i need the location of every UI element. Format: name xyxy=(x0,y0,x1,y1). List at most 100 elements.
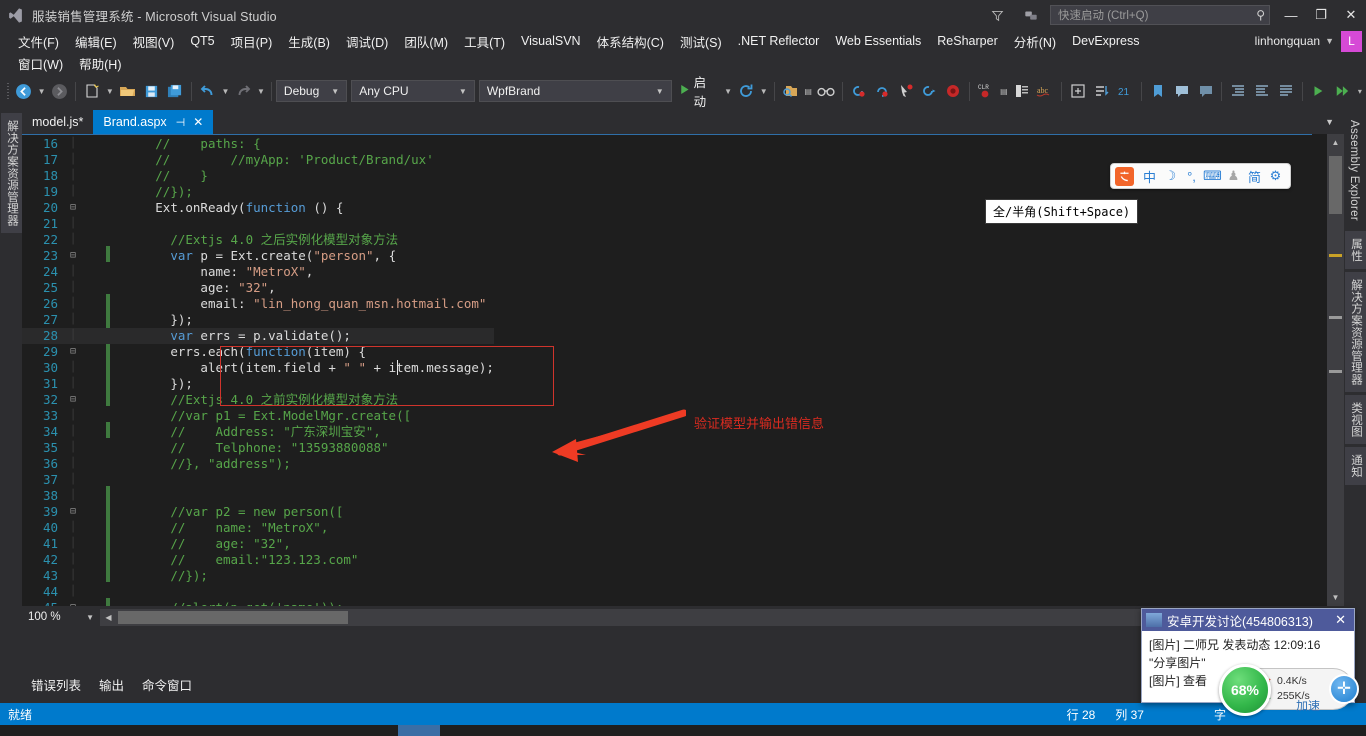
settings-icon[interactable]: ⚙ xyxy=(1265,166,1286,186)
comment-icon[interactable] xyxy=(1170,79,1194,103)
pin-icon[interactable]: ⊣ xyxy=(176,116,186,129)
user-icon[interactable]: ♟ xyxy=(1223,166,1244,186)
punctuation-icon[interactable]: °, xyxy=(1181,166,1202,186)
menu-devexpress[interactable]: DevExpress xyxy=(1064,32,1147,50)
start-debug-button[interactable]: 启动 xyxy=(676,76,723,109)
new-project-dropdown-icon[interactable]: ▼ xyxy=(104,79,116,103)
code-line[interactable]: 26 │ email: "lin_hong_quan_msn.hotmail.co… xyxy=(22,296,494,312)
step-out-icon[interactable] xyxy=(918,79,942,103)
code-line[interactable]: 28 │ var errs = p.validate(); xyxy=(22,328,494,344)
undo-icon[interactable] xyxy=(196,79,220,103)
close-icon[interactable]: ✕ xyxy=(193,115,203,129)
code-line[interactable]: 41 │ // age: "32", xyxy=(22,536,494,552)
clr-exceptions-icon[interactable]: CLR xyxy=(974,79,998,103)
run-tests-icon[interactable] xyxy=(1307,79,1331,103)
code-line[interactable]: 20 ⊟ Ext.onReady(function () { xyxy=(22,200,494,216)
resharper-21-icon[interactable]: 21 xyxy=(1114,79,1138,103)
start-dropdown-icon[interactable]: ▼ xyxy=(722,79,734,103)
fold-toggle-icon[interactable]: ⊟ xyxy=(66,200,80,216)
open-file-icon[interactable] xyxy=(116,79,140,103)
feedback-icon[interactable] xyxy=(1014,0,1048,30)
code-editor[interactable]: 16 │ // paths: {17 │ // //myApp: 'Product/… xyxy=(22,134,1344,606)
menu-architecture[interactable]: 体系结构(C) xyxy=(589,30,672,53)
increase-indent-icon[interactable] xyxy=(1226,79,1250,103)
step-into-icon[interactable] xyxy=(847,79,871,103)
simplified-icon[interactable]: 简 xyxy=(1244,166,1265,186)
save-icon[interactable] xyxy=(139,79,163,103)
menu-resharper[interactable]: ReSharper xyxy=(929,32,1005,50)
menu-edit[interactable]: 编辑(E) xyxy=(67,30,125,53)
redo-dropdown-icon[interactable]: ▼ xyxy=(255,79,267,103)
comment-block-icon[interactable] xyxy=(1010,79,1034,103)
menu-visualsvn[interactable]: VisualSVN xyxy=(513,32,589,50)
code-line[interactable]: 25 │ age: "32", xyxy=(22,280,494,296)
dock-tab-solution-explorer[interactable]: 解决方案资源管理器 xyxy=(1345,271,1366,392)
code-line[interactable]: 24 │ name: "MetroX", xyxy=(22,264,494,280)
startup-project-combo[interactable]: WpfBrand ▼ xyxy=(478,80,672,102)
dock-tab-assembly-explorer[interactable]: Assembly Explorer xyxy=(1345,113,1363,228)
binoculars-icon[interactable] xyxy=(814,79,838,103)
panel-tab-output[interactable]: 输出 xyxy=(90,670,133,700)
code-line[interactable]: 17 │ // //myApp: 'Product/Brand/ux' xyxy=(22,152,494,168)
code-line[interactable]: 44 │ xyxy=(22,584,494,600)
code-line[interactable]: 37 │ xyxy=(22,472,494,488)
code-line[interactable]: 21 │ xyxy=(22,216,494,232)
moon-icon[interactable]: ☽ xyxy=(1160,166,1181,186)
code-line[interactable]: 33 │ //var p1 = Ext.ModelMgr.create([ xyxy=(22,408,494,424)
tab-list-dropdown-icon[interactable]: ▼ xyxy=(1319,117,1340,127)
fold-toggle-icon[interactable]: ⊟ xyxy=(66,248,80,264)
dock-tab-class-view[interactable]: 类视图 xyxy=(1345,394,1366,445)
zoom-control[interactable]: 100 % ▼ xyxy=(22,607,100,627)
code-line[interactable]: 35 │ // Telphone: "13593880088" xyxy=(22,440,494,456)
step-over-icon[interactable] xyxy=(871,79,895,103)
uncomment-icon[interactable] xyxy=(1194,79,1218,103)
scroll-up-icon[interactable]: ▲ xyxy=(1327,134,1344,151)
code-line[interactable]: 38 │ xyxy=(22,488,494,504)
dock-tab-notifications[interactable]: 通知 xyxy=(1345,447,1366,485)
dock-tab-solution-explorer[interactable]: 解决方案资源管理器 xyxy=(1,113,23,234)
toolbar-grip[interactable] xyxy=(4,81,12,101)
code-line[interactable]: 16 │ // paths: { xyxy=(22,136,494,152)
menu-qt5[interactable]: QT5 xyxy=(182,32,222,50)
navigate-to-icon[interactable] xyxy=(1066,79,1090,103)
code-line[interactable]: 43 │ //}); xyxy=(22,568,494,584)
code-line[interactable]: 32 ⊟ //Extjs 4.0 之前实例化模型对象方法 xyxy=(22,392,494,408)
menu-test[interactable]: 测试(S) xyxy=(672,30,730,53)
code-line[interactable]: 36 │ //}, "address"); xyxy=(22,456,494,472)
solution-platform-combo[interactable]: Any CPU ▼ xyxy=(351,80,475,102)
fold-toggle-icon[interactable]: ⊟ xyxy=(66,344,80,360)
breakpoint-icon[interactable] xyxy=(942,79,966,103)
avatar[interactable]: L xyxy=(1341,30,1362,52)
undo-dropdown-icon[interactable]: ▼ xyxy=(220,79,232,103)
panel-tab-error-list[interactable]: 错误列表 xyxy=(22,670,90,700)
code-line[interactable]: 40 │ // name: "MetroX", xyxy=(22,520,494,536)
code-line[interactable]: 31 │ }); xyxy=(22,376,494,392)
redo-icon[interactable] xyxy=(231,79,255,103)
menu-team[interactable]: 团队(M) xyxy=(396,30,456,53)
refresh-dropdown-icon[interactable]: ▼ xyxy=(758,79,770,103)
minimize-button[interactable]: — xyxy=(1276,0,1306,30)
tab-brand-aspx[interactable]: Brand.aspx ⊣ ✕ xyxy=(93,110,214,134)
code-line[interactable]: 23 ⊟ var p = Ext.create("person", { xyxy=(22,248,494,264)
toolbar-overflow-icon[interactable]: ▾ xyxy=(1354,79,1366,103)
run-all-tests-icon[interactable] xyxy=(1330,79,1354,103)
chevron-down-icon[interactable]: ▼ xyxy=(1325,36,1334,46)
quick-launch-box[interactable]: 快速启动 (Ctrl+Q) ⚲ xyxy=(1050,5,1270,25)
tab-model-js[interactable]: model.js* xyxy=(22,110,94,134)
new-project-icon[interactable] xyxy=(80,79,104,103)
code-line[interactable]: 18 │ // } xyxy=(22,168,494,184)
code-line[interactable]: 19 │ //}); xyxy=(22,184,494,200)
fold-toggle-icon[interactable]: ⊟ xyxy=(66,504,80,520)
scroll-left-icon[interactable]: ◀ xyxy=(100,609,117,626)
fold-toggle-icon[interactable]: ⊟ xyxy=(66,392,80,408)
chinese-mode-icon[interactable]: 中 xyxy=(1139,166,1160,186)
boost-button[interactable]: ✛ xyxy=(1329,674,1359,704)
clr-dropdown-icon[interactable]: ▤ xyxy=(998,79,1010,103)
code-line[interactable]: 30 │ alert(item.field + " " + item.messag… xyxy=(22,360,494,376)
find-dropdown-icon[interactable]: ▤ xyxy=(802,79,814,103)
navigate-forward-icon[interactable] xyxy=(47,79,71,103)
menu-help[interactable]: 帮助(H) xyxy=(71,52,129,75)
sogou-logo-icon[interactable] xyxy=(1115,166,1134,186)
menu-view[interactable]: 视图(V) xyxy=(125,30,183,53)
refresh-icon[interactable] xyxy=(734,79,758,103)
